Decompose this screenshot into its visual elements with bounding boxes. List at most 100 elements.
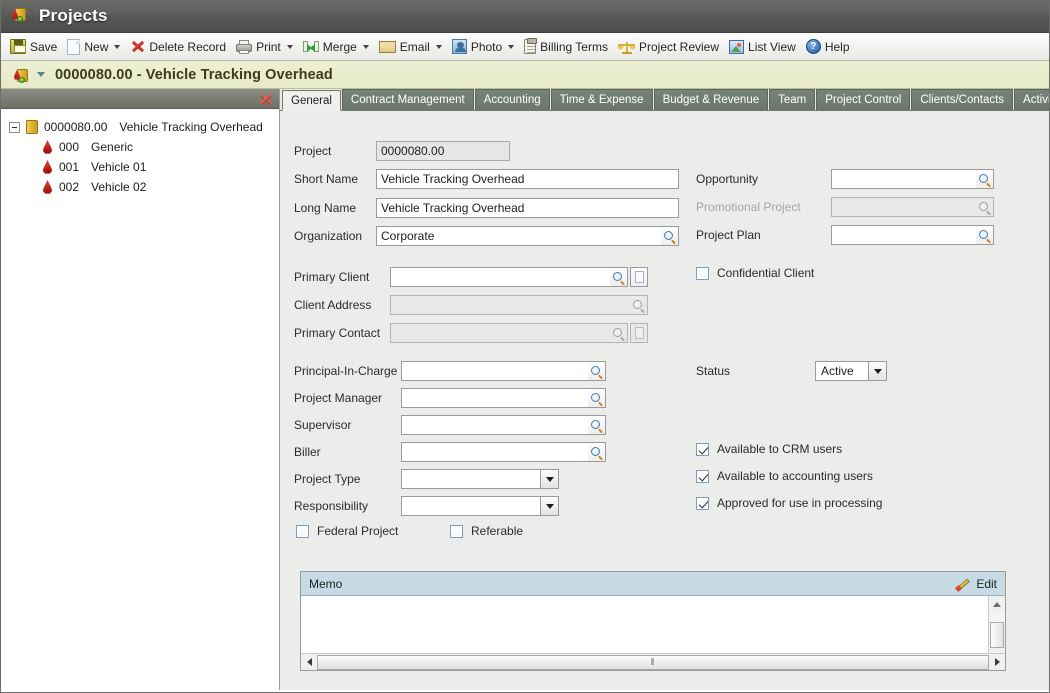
primary-contact-field [390,323,610,343]
supervisor-lookup-button[interactable] [588,415,606,435]
supervisor-field[interactable] [401,415,588,435]
tree-node-phase-000[interactable]: 000 Generic [1,137,279,157]
primary-client-detail-button[interactable] [630,267,648,287]
federal-project-label: Federal Project [317,524,399,538]
opportunity-lookup-button[interactable] [976,169,994,189]
opportunity-field[interactable] [831,169,976,189]
memo-textarea[interactable] [301,596,988,653]
primary-client-field[interactable] [390,267,610,287]
tab-team[interactable]: Team [769,89,816,110]
client-address-lookup-group [390,295,648,315]
window-titlebar: Projects [1,0,1049,33]
responsibility-combo[interactable] [401,496,559,516]
available-crm-checkbox[interactable]: Available to CRM users [696,442,842,456]
tab-contract-management[interactable]: Contract Management [341,89,474,110]
status-value: Active [815,361,868,381]
memo-text-row [301,596,1005,653]
scroll-right-button[interactable] [989,654,1005,670]
project-folder-icon [13,67,31,83]
primary-client-lookup-button[interactable] [610,267,628,287]
new-button[interactable]: New [62,35,125,59]
principal-in-charge-lookup-button[interactable] [588,361,606,381]
scroll-thumb[interactable]: ⦀ [317,654,989,670]
chevron-down-icon[interactable] [508,44,515,49]
help-button[interactable]: ? Help [801,35,855,59]
principal-in-charge-field[interactable] [401,361,588,381]
confidential-client-checkbox[interactable]: Confidential Client [696,266,814,280]
merge-button[interactable]: Merge [298,35,374,59]
record-header: 0000080.00 - Vehicle Tracking Overhead [1,61,1049,89]
tab-accounting[interactable]: Accounting [474,89,550,110]
search-icon [664,230,676,244]
tab-budget-revenue[interactable]: Budget & Revenue [653,89,769,110]
short-name-field[interactable]: Vehicle Tracking Overhead [376,169,679,189]
print-button[interactable]: Print [231,35,298,59]
project-folder-icon [11,6,31,26]
phase-icon [42,180,53,194]
tree-node-label: Vehicle 02 [91,180,147,194]
project-type-dropdown-button[interactable] [540,469,559,489]
client-address-label: Client Address [294,298,372,312]
organization-lookup-group: Corporate [376,226,679,246]
tab-time-expense[interactable]: Time & Expense [550,89,653,110]
project-manager-lookup-button[interactable] [588,388,606,408]
project-plan-lookup-group [831,225,994,245]
scroll-left-button[interactable] [301,654,317,670]
tab-clients-contacts[interactable]: Clients/Contacts [911,89,1014,110]
client-address-lookup-button [630,295,648,315]
chevron-down-icon[interactable] [37,72,45,77]
project-plan-lookup-button[interactable] [976,225,994,245]
client-address-field [390,295,630,315]
memo-horizontal-scrollbar[interactable]: ⦀ [301,653,1005,670]
scales-icon [616,40,636,54]
billing-terms-button[interactable]: Billing Terms [519,35,613,59]
tree-node-phase-001[interactable]: 001 Vehicle 01 [1,157,279,177]
project-type-combo[interactable] [401,469,559,489]
save-button[interactable]: Save [5,35,62,59]
memo-vertical-scrollbar[interactable] [988,596,1005,653]
chevron-down-icon[interactable] [362,44,369,49]
tab-label: Team [778,94,807,106]
status-dropdown-button[interactable] [868,361,887,381]
biller-field[interactable] [401,442,588,462]
collapse-expander-icon[interactable] [9,121,20,133]
memo-edit-button[interactable]: Edit [955,577,997,592]
organization-field[interactable]: Corporate [376,226,661,246]
long-name-field[interactable]: Vehicle Tracking Overhead [376,198,679,218]
project-manager-field[interactable] [401,388,588,408]
tab-activities[interactable]: Activities [1014,89,1049,110]
status-combo[interactable]: Active [815,361,887,381]
photo-button[interactable]: Photo [447,35,519,59]
chevron-down-icon[interactable] [286,44,293,49]
biller-lookup-button[interactable] [588,442,606,462]
tree-node-root[interactable]: 0000080.00 Vehicle Tracking Overhead [1,117,279,137]
scroll-track[interactable]: ⦀ [317,654,989,670]
available-crm-label: Available to CRM users [717,442,843,456]
email-button[interactable]: Email [374,35,447,59]
chevron-down-icon[interactable] [435,44,442,49]
approved-processing-checkbox[interactable]: Approved for use in processing [696,496,882,510]
referable-checkbox[interactable]: Referable [450,524,523,538]
organization-lookup-button[interactable] [661,226,679,246]
tree-node-number: 0000080.00 [44,120,108,134]
close-x-icon[interactable] [259,92,273,106]
available-accounting-checkbox[interactable]: Available to accounting users [696,469,873,483]
project-plan-field[interactable] [831,225,976,245]
tree-node-phase-002[interactable]: 002 Vehicle 02 [1,177,279,197]
scroll-up-button[interactable] [989,596,1005,612]
list-view-button[interactable]: List View [724,35,801,59]
scroll-thumb[interactable] [990,622,1004,648]
delete-record-button[interactable]: Delete Record [125,35,231,59]
printer-icon [236,39,253,54]
short-name-value: Vehicle Tracking Overhead [381,172,525,186]
clipboard-icon [524,38,538,54]
federal-project-checkbox[interactable]: Federal Project [296,524,398,538]
tab-label: General [291,94,332,107]
responsibility-dropdown-button[interactable] [540,496,559,516]
tab-general[interactable]: General [282,90,341,111]
triangle-right-icon [994,658,1000,666]
tab-project-control[interactable]: Project Control [816,89,911,110]
chevron-down-icon[interactable] [114,44,121,49]
project-review-button[interactable]: Project Review [613,35,724,59]
scroll-track[interactable] [989,612,1005,648]
